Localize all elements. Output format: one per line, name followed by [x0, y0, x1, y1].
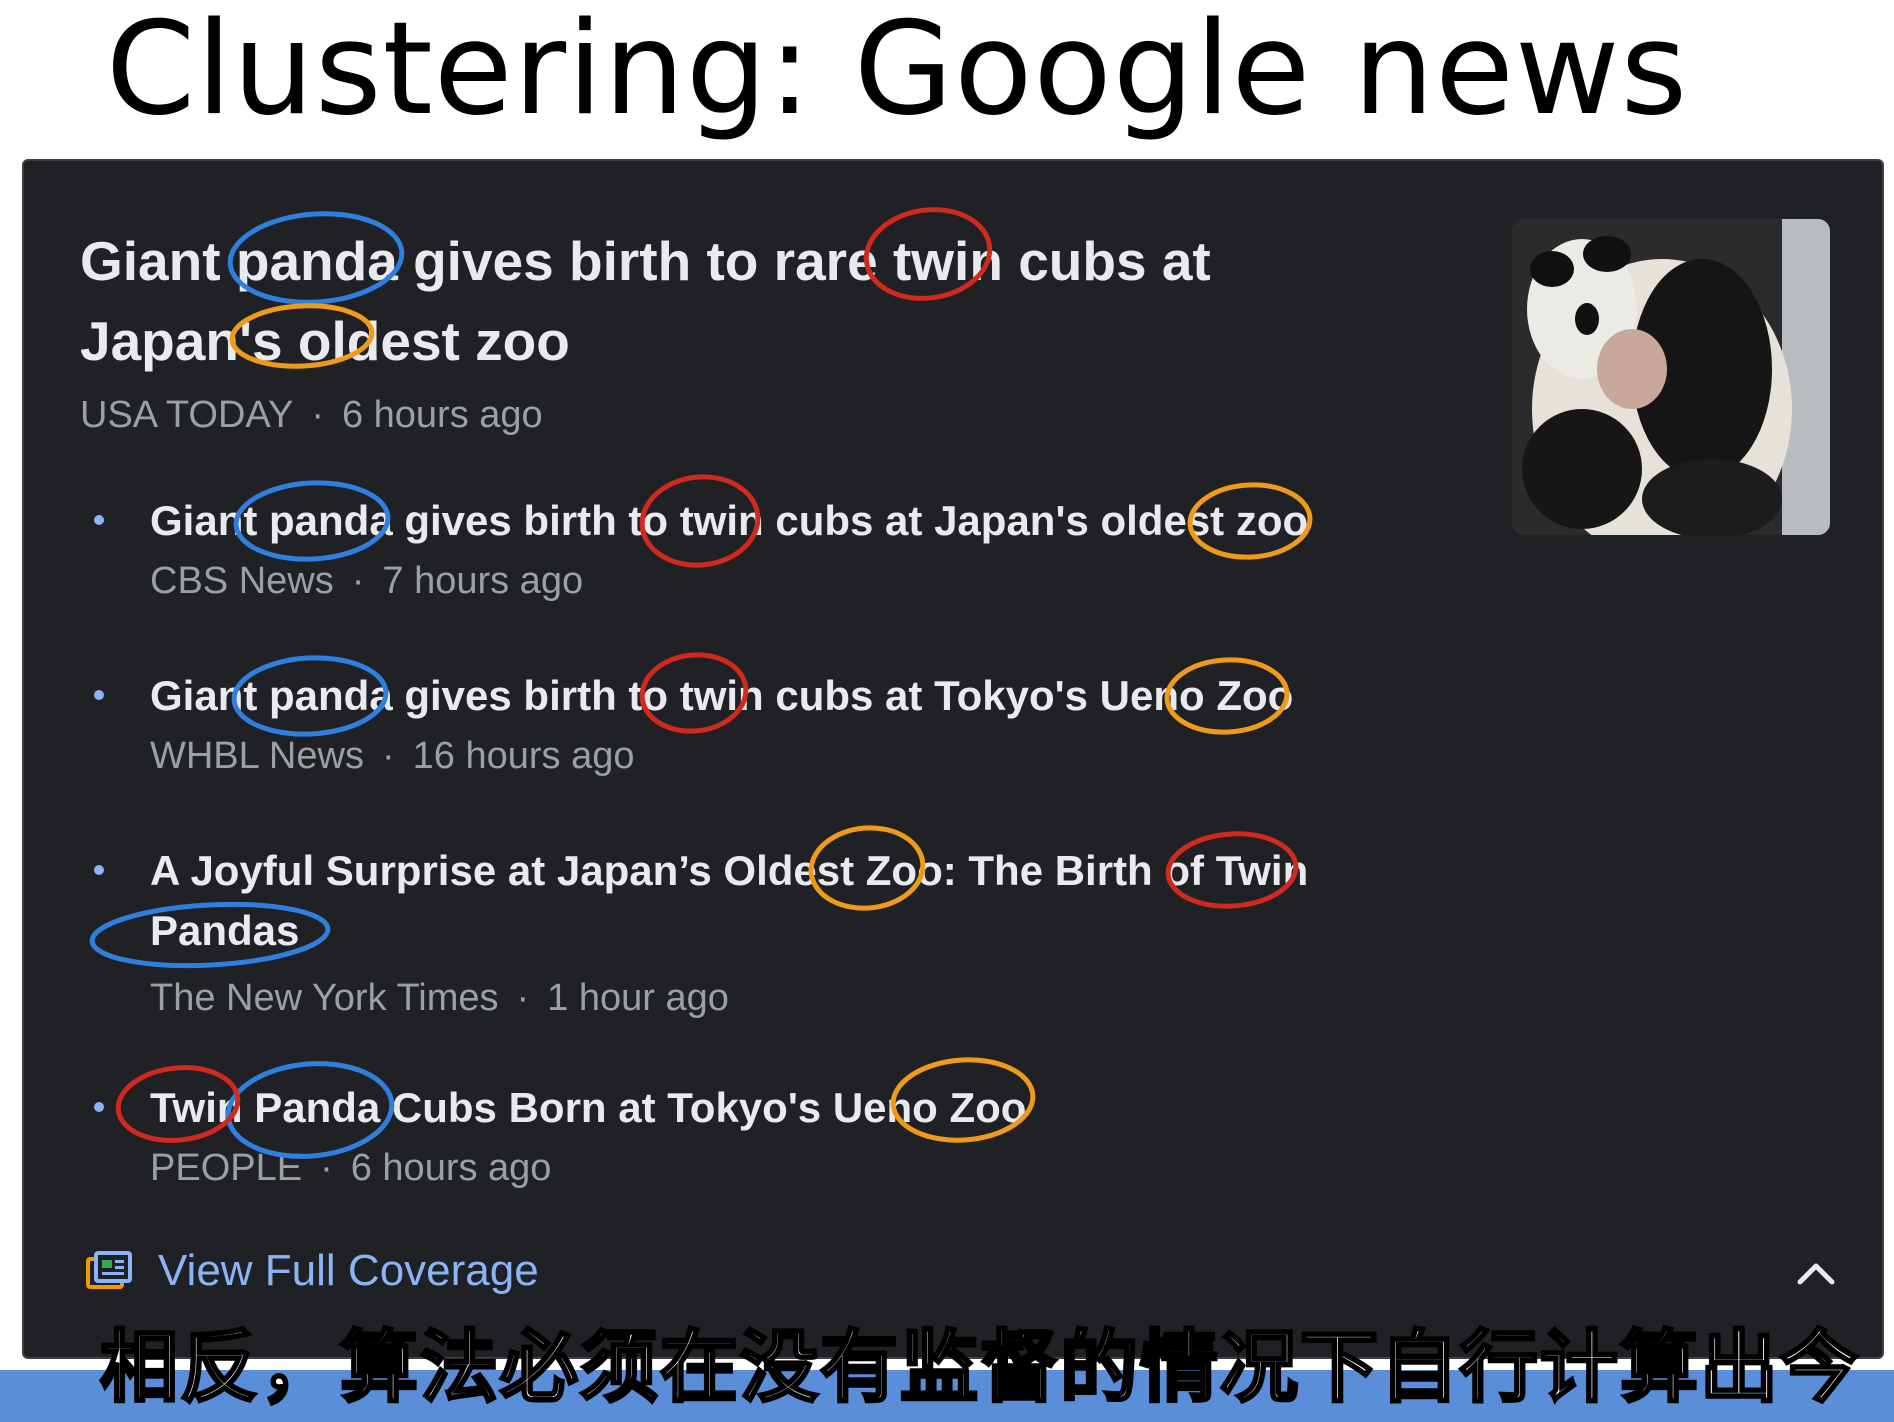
time-label: 1 hour ago [547, 977, 729, 1019]
view-full-coverage-link[interactable]: View Full Coverage [86, 1246, 539, 1296]
bullet-icon [94, 690, 104, 700]
full-coverage-icon [86, 1251, 132, 1289]
video-subtitle: 相反，算法必须在没有监督的情况下自行计算出今 [98, 1322, 1861, 1415]
slide-title: Clustering: Google news [105, 0, 1689, 144]
story-meta: WHBL News · 16 hours ago [150, 735, 635, 777]
panda-photo-thumbnail[interactable] [1512, 219, 1830, 535]
view-full-coverage-label[interactable]: View Full Coverage [158, 1246, 539, 1296]
main-headline-meta: USA TODAY · 6 hours ago [80, 394, 543, 436]
source-label: PEOPLE [150, 1147, 303, 1189]
story-title[interactable]: A Joyful Surprise at Japan’s Oldest Zoo:… [150, 841, 1410, 961]
main-headline[interactable]: Giant panda gives birth to rare twin cub… [80, 221, 1420, 381]
source-label: WHBL News [150, 735, 364, 777]
time-label: 6 hours ago [350, 1147, 552, 1189]
time-label: 16 hours ago [412, 735, 635, 777]
story-meta: PEOPLE · 6 hours ago [150, 1147, 552, 1189]
panda-photo-icon [1512, 219, 1830, 535]
source-label: CBS News [150, 560, 334, 602]
chevron-up-icon[interactable] [1794, 1256, 1838, 1288]
time-label: 6 hours ago [341, 394, 543, 436]
story-meta: CBS News · 7 hours ago [150, 560, 584, 602]
time-label: 7 hours ago [382, 560, 584, 602]
story-title[interactable]: Twin Panda Cubs Born at Tokyo's Ueno Zoo [150, 1078, 1410, 1138]
story-title[interactable]: Giant panda gives birth to twin cubs at … [150, 666, 1410, 726]
news-cluster-card: Giant panda gives birth to rare twin cub… [22, 159, 1884, 1359]
bullet-icon [94, 1102, 104, 1112]
bullet-icon [94, 515, 104, 525]
source-label: The New York Times [150, 977, 499, 1019]
story-meta: The New York Times · 1 hour ago [150, 977, 729, 1019]
story-title[interactable]: Giant panda gives birth to twin cubs at … [150, 491, 1410, 551]
source-label: USA TODAY [80, 394, 294, 436]
bullet-icon [94, 865, 104, 875]
